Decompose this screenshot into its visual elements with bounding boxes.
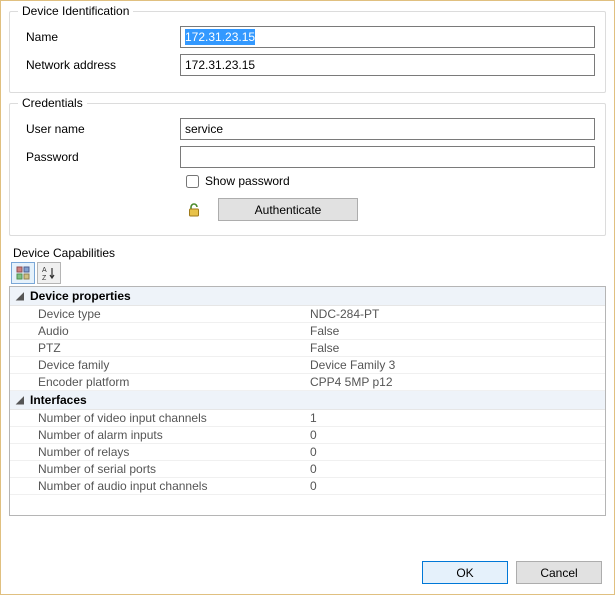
show-password-label: Show password [205, 174, 290, 188]
property-value: CPP4 5MP p12 [310, 375, 605, 389]
property-name: Number of audio input channels [10, 479, 310, 493]
property-value: 0 [310, 462, 605, 476]
username-label: User name [20, 122, 180, 136]
svg-text:Z: Z [42, 275, 47, 281]
property-grid-toolbar: A Z [11, 262, 606, 284]
property-row[interactable]: Number of serial ports0 [10, 461, 605, 478]
property-row[interactable]: PTZFalse [10, 340, 605, 357]
property-name: Device type [10, 307, 310, 321]
network-address-label: Network address [20, 58, 180, 72]
expand-collapse-icon[interactable]: ◢ [14, 291, 26, 302]
property-row[interactable]: Number of audio input channels0 [10, 478, 605, 495]
device-identification-legend: Device Identification [18, 4, 133, 18]
cancel-button[interactable]: Cancel [516, 561, 602, 584]
show-password-checkbox[interactable] [186, 175, 199, 188]
property-name: Device family [10, 358, 310, 372]
property-row[interactable]: Encoder platformCPP4 5MP p12 [10, 374, 605, 391]
username-input[interactable] [180, 118, 595, 140]
categorized-view-button[interactable] [11, 262, 35, 284]
property-name: Number of relays [10, 445, 310, 459]
password-label: Password [20, 150, 180, 164]
property-value: 0 [310, 445, 605, 459]
property-value: 0 [310, 479, 605, 493]
ok-button[interactable]: OK [422, 561, 508, 584]
sort-az-icon: A Z [41, 265, 57, 281]
password-input[interactable] [180, 146, 595, 168]
credentials-legend: Credentials [18, 96, 87, 110]
device-identification-group: Device Identification Name 172.31.23.15 … [9, 11, 606, 93]
property-name: Number of video input channels [10, 411, 310, 425]
property-value: False [310, 324, 605, 338]
categorized-icon [15, 265, 31, 281]
credentials-group: Credentials User name Password Show pass… [9, 103, 606, 236]
property-group-header[interactable]: ◢ Device properties [10, 287, 605, 306]
expand-collapse-icon[interactable]: ◢ [14, 395, 26, 406]
property-group-header[interactable]: ◢ Interfaces [10, 391, 605, 410]
name-input[interactable]: 172.31.23.15 [180, 26, 595, 48]
property-group-title: Interfaces [30, 393, 87, 407]
property-row[interactable]: Device familyDevice Family 3 [10, 357, 605, 374]
alphabetical-view-button[interactable]: A Z [37, 262, 61, 284]
unlock-icon [186, 202, 202, 218]
device-capabilities-grid[interactable]: ◢Device propertiesDevice typeNDC-284-PTA… [9, 286, 606, 516]
property-value: 1 [310, 411, 605, 425]
property-value: False [310, 341, 605, 355]
property-name: Audio [10, 324, 310, 338]
property-name: Number of alarm inputs [10, 428, 310, 442]
property-value: NDC-284-PT [310, 307, 605, 321]
network-address-input[interactable] [180, 54, 595, 76]
authenticate-button[interactable]: Authenticate [218, 198, 358, 221]
property-row[interactable]: Number of relays0 [10, 444, 605, 461]
name-label: Name [20, 30, 180, 44]
device-capabilities-title: Device Capabilities [13, 246, 606, 260]
property-name: PTZ [10, 341, 310, 355]
property-group-title: Device properties [30, 289, 131, 303]
property-row[interactable]: Number of alarm inputs0 [10, 427, 605, 444]
property-row[interactable]: AudioFalse [10, 323, 605, 340]
property-name: Number of serial ports [10, 462, 310, 476]
property-name: Encoder platform [10, 375, 310, 389]
property-value: 0 [310, 428, 605, 442]
svg-text:A: A [42, 267, 47, 274]
property-value: Device Family 3 [310, 358, 605, 372]
property-row[interactable]: Number of video input channels1 [10, 410, 605, 427]
property-row[interactable]: Device typeNDC-284-PT [10, 306, 605, 323]
